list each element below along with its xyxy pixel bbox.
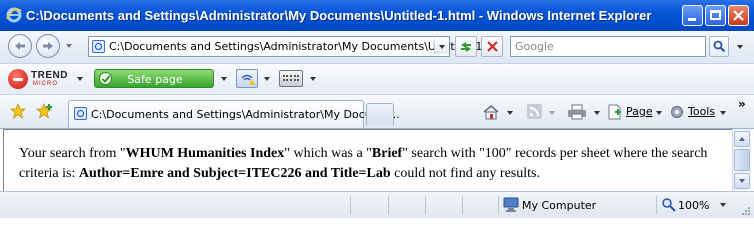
status-divider	[498, 196, 499, 214]
status-divider	[462, 196, 463, 214]
address-dropdown[interactable]	[434, 39, 449, 54]
feeds-dropdown[interactable]	[549, 111, 555, 115]
chevron-up-icon	[739, 137, 745, 141]
print-icon[interactable]	[567, 104, 587, 120]
search-result-message: Your search from "WHUM Humanities Index"…	[19, 144, 724, 184]
status-divider	[656, 196, 657, 214]
tab-bar: C:\Documents and Settings\Administrator\…	[0, 95, 754, 129]
page-dropdown[interactable]	[656, 111, 662, 115]
close-button[interactable]	[728, 5, 749, 26]
maximize-button[interactable]	[705, 5, 726, 26]
scroll-up-button[interactable]	[734, 131, 750, 147]
search-criteria: Author=Emre and Subject=ITEC226 and Titl…	[78, 166, 391, 181]
recent-pages-dropdown[interactable]	[66, 44, 72, 48]
print-dropdown[interactable]	[594, 111, 600, 115]
message-text: could not find any results.	[390, 166, 540, 181]
wireless-dropdown[interactable]	[264, 77, 270, 81]
trend-sub-text: MICRO	[33, 81, 58, 87]
add-favorite-icon[interactable]	[36, 103, 54, 119]
maximize-icon	[710, 10, 721, 20]
home-dropdown[interactable]	[507, 111, 513, 115]
stop-icon	[487, 41, 498, 52]
tools-dropdown[interactable]	[720, 111, 726, 115]
message-text: Your search from "	[19, 146, 126, 161]
resize-grip[interactable]	[741, 206, 751, 216]
zoom-icon[interactable]	[661, 197, 677, 212]
safe-page-button[interactable]: Safe page	[94, 69, 214, 88]
security-zone-label: My Computer	[522, 199, 597, 212]
page-menu-label[interactable]: Page	[626, 105, 653, 118]
forward-button[interactable]	[36, 34, 60, 58]
trend-micro-toolbar: TREND MICRO Safe page	[0, 64, 754, 95]
feeds-icon[interactable]	[527, 104, 542, 119]
title-bar[interactable]: C:\Documents and Settings\Administrator\…	[0, 0, 754, 31]
search-type: Brief	[371, 146, 403, 161]
stop-button[interactable]	[481, 36, 503, 57]
page-menu-icon[interactable]	[607, 104, 623, 120]
address-bar[interactable]: C:\Documents and Settings\Administrator\…	[88, 36, 482, 57]
forward-arrow-icon	[43, 42, 53, 50]
chevron-down-icon	[739, 179, 745, 183]
safe-page-label: Safe page	[127, 73, 183, 86]
minimize-button[interactable]	[682, 5, 703, 26]
refresh-icon	[461, 42, 471, 52]
page-icon	[92, 40, 105, 53]
chevron-down-icon	[737, 45, 743, 49]
home-icon[interactable]	[482, 104, 500, 120]
status-divider	[388, 196, 389, 214]
wireless-warning-icon	[241, 74, 255, 85]
navigation-bar: C:\Documents and Settings\Administrator\…	[0, 31, 754, 64]
ie-logo-icon	[6, 7, 22, 23]
search-button[interactable]	[709, 36, 729, 57]
zoom-dropdown[interactable]	[720, 203, 726, 207]
trend-menu-dropdown[interactable]	[77, 77, 83, 81]
back-button[interactable]	[8, 34, 32, 58]
keyboard-button[interactable]	[279, 70, 303, 87]
tab-title: C:\Documents and Settings\Administrator\…	[91, 108, 400, 121]
message-text: " which was a "	[284, 146, 372, 161]
gear-icon[interactable]	[669, 104, 685, 120]
address-text: C:\Documents and Settings\Administrator\…	[109, 40, 483, 53]
search-input[interactable]: Google	[510, 36, 706, 57]
more-commands-chevron[interactable]: »	[738, 97, 746, 111]
page-content: Your search from "WHUM Humanities Index"…	[3, 129, 732, 191]
search-placeholder: Google	[515, 40, 554, 53]
wireless-check-button[interactable]	[236, 69, 258, 88]
keyboard-dropdown[interactable]	[310, 77, 316, 81]
computer-icon	[503, 197, 519, 212]
favorites-star-icon[interactable]	[10, 103, 26, 119]
trend-micro-logo-icon	[8, 69, 28, 89]
refresh-button[interactable]	[455, 36, 477, 57]
page-icon	[74, 107, 87, 120]
magnifier-icon	[713, 40, 726, 53]
status-bar: My Computer 100%	[0, 191, 754, 218]
tab-active[interactable]: C:\Documents and Settings\Administrator\…	[68, 100, 400, 128]
status-divider	[350, 196, 351, 214]
search-options-dropdown[interactable]	[733, 40, 747, 53]
status-divider	[425, 196, 426, 214]
close-icon	[733, 10, 744, 21]
window-title: C:\Documents and Settings\Administrator\…	[26, 8, 652, 23]
trend-brand-text: TREND	[31, 70, 68, 81]
vertical-scrollbar[interactable]	[732, 129, 751, 190]
database-name: WHUM Humanities Index	[125, 146, 285, 161]
chevron-down-icon	[439, 45, 445, 49]
scroll-thumb[interactable]	[734, 149, 750, 171]
minimize-icon	[688, 18, 696, 21]
scroll-down-button[interactable]	[734, 173, 750, 189]
tools-menu-label[interactable]: Tools	[688, 105, 715, 118]
back-arrow-icon	[15, 42, 25, 50]
new-tab-button[interactable]	[366, 103, 394, 125]
zoom-level[interactable]: 100%	[678, 199, 709, 212]
safe-page-dropdown[interactable]	[221, 77, 227, 81]
